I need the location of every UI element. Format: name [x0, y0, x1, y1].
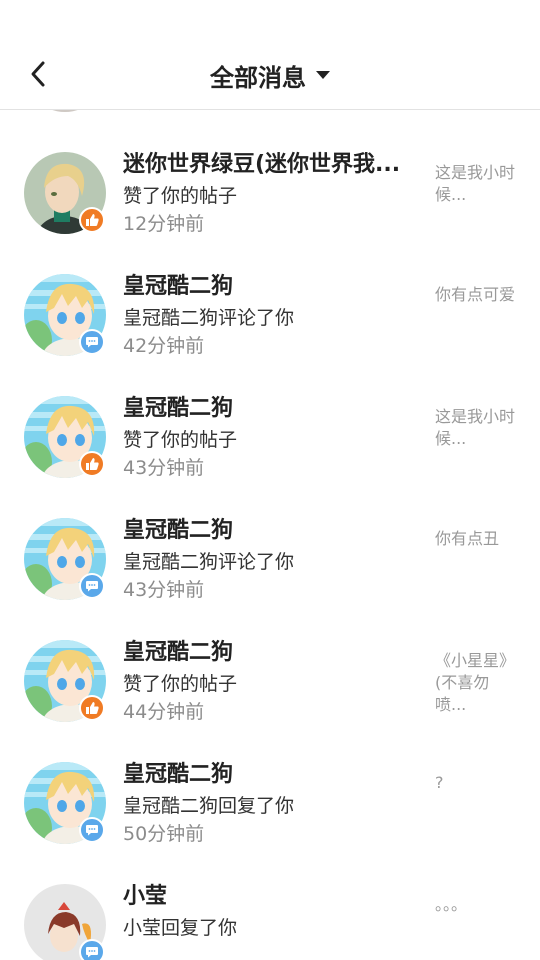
sender-name[interactable]: 皇冠酷二狗 [123, 760, 423, 790]
header-bar: 全部消息 [0, 0, 540, 110]
message-item[interactable]: 迷你世界绿豆(迷你世界我... 赞了你的帖子 12分钟前 这是我小时候... [0, 132, 540, 254]
message-time: 44分钟前 [123, 701, 205, 723]
like-badge [79, 207, 105, 233]
sender-name[interactable]: 皇冠酷二狗 [123, 272, 423, 302]
like-badge [79, 110, 105, 111]
comment-icon [86, 947, 98, 958]
message-action: 皇冠酷二狗评论了你 [123, 551, 295, 573]
message-action: 赞了你的帖子 [123, 429, 238, 451]
sender-name[interactable]: 皇冠酷二狗 [123, 638, 423, 668]
comment-badge [79, 573, 105, 599]
sender-name[interactable]: 皇冠酷二狗 [123, 394, 423, 424]
message-item[interactable]: 皇冠酷二狗赞了你的帖子 44分钟前 《小星星》(不喜勿喷... [0, 620, 540, 742]
post-preview[interactable]: 你有点丑 [435, 528, 517, 550]
message-action: 赞了你的帖子 [123, 185, 238, 207]
sender-name[interactable]: 迷你世界绿豆(迷你世界我... [123, 150, 423, 180]
post-preview[interactable]: 。。。 [435, 894, 517, 916]
post-preview[interactable]: ? [435, 772, 517, 794]
sender-name[interactable]: 皇冠酷二狗 [123, 516, 423, 546]
message-time: 12分钟前 [123, 213, 205, 235]
message-action: 小莹回复了你 [123, 917, 238, 939]
comment-icon [86, 581, 98, 592]
comment-badge [79, 329, 105, 355]
message-item[interactable]: 皇冠酷二狗赞了你的帖子 43分钟前 这是我小时候... [0, 376, 540, 498]
message-time: 42分钟前 [123, 335, 205, 357]
thumbs-up-icon [86, 458, 99, 470]
message-item[interactable]: 12分钟前 [0, 110, 540, 132]
message-item[interactable]: 小莹小莹回复了你 。。。 [0, 864, 540, 960]
thumbs-up-icon [86, 214, 99, 226]
comment-badge [79, 939, 105, 960]
comment-icon [86, 825, 98, 836]
message-action: 赞了你的帖子 [123, 673, 238, 695]
message-time: 43分钟前 [123, 579, 205, 601]
sender-name[interactable]: 小莹 [123, 882, 423, 912]
comment-badge [79, 817, 105, 843]
like-badge [79, 451, 105, 477]
caret-down-icon [316, 71, 330, 79]
post-preview[interactable]: 这是我小时候... [435, 406, 517, 450]
thumbs-up-icon [86, 702, 99, 714]
post-preview[interactable]: 你有点可爱 [435, 284, 517, 306]
page-title: 全部消息 [210, 63, 306, 92]
post-preview[interactable]: 《小星星》(不喜勿喷... [435, 650, 517, 716]
message-time: 12分钟前 [123, 110, 204, 115]
message-list[interactable]: 12分钟前迷你世界绿豆(迷你世界我...赞了你的帖子12分钟前这是我小时候...… [0, 110, 540, 960]
message-item[interactable]: 皇冠酷二狗皇冠酷二狗回复了你 50分钟前? [0, 742, 540, 864]
message-time: 50分钟前 [123, 823, 205, 845]
message-action: 皇冠酷二狗评论了你 [123, 307, 295, 329]
comment-icon [86, 337, 98, 348]
message-filter-dropdown[interactable]: 全部消息 [0, 58, 540, 92]
message-time: 43分钟前 [123, 457, 205, 479]
message-item[interactable]: 皇冠酷二狗皇冠酷二狗评论了你 43分钟前 你有点丑 [0, 498, 540, 620]
message-action: 皇冠酷二狗回复了你 [123, 795, 295, 817]
post-preview[interactable]: 这是我小时候... [435, 162, 517, 206]
like-badge [79, 695, 105, 721]
message-item[interactable]: 皇冠酷二狗皇冠酷二狗评论了你 42分钟前 你有点可爱 [0, 254, 540, 376]
